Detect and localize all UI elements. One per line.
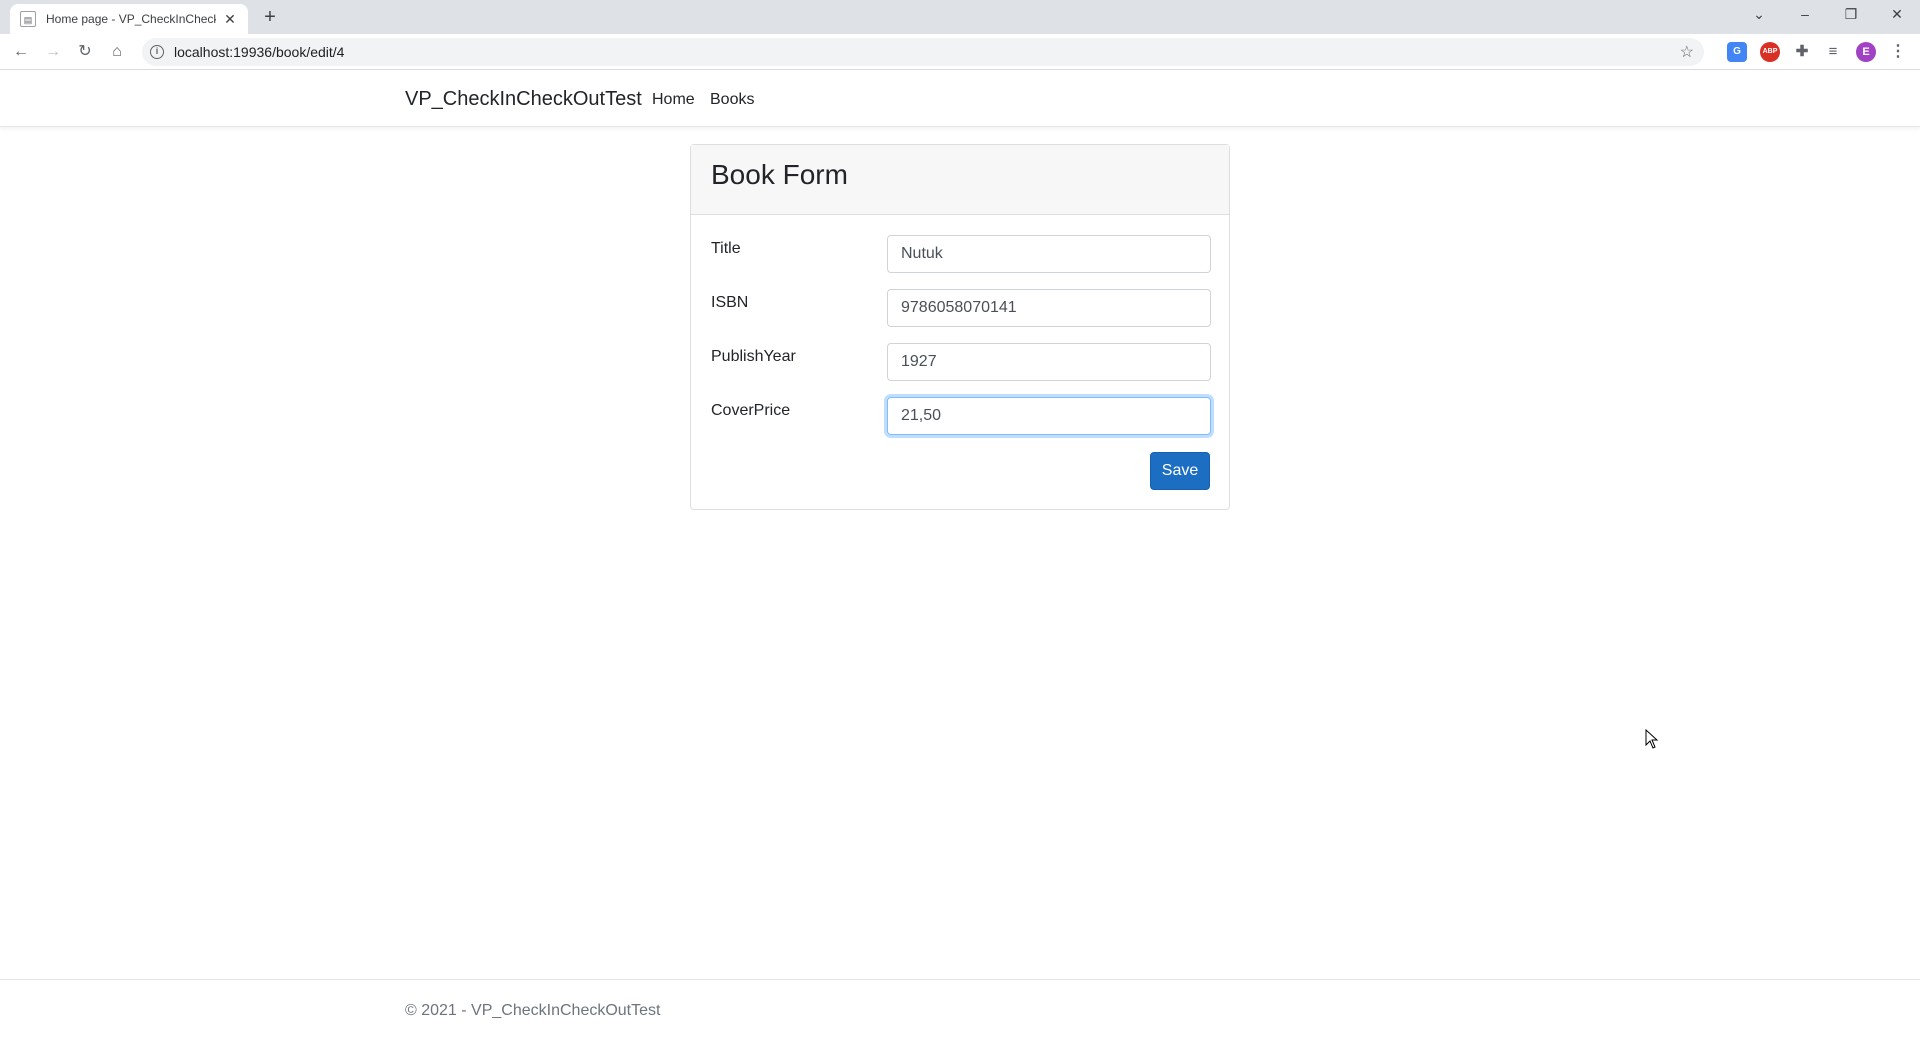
nav-link-books[interactable]: Books: [710, 91, 754, 109]
form-row-isbn: ISBN: [711, 289, 1211, 329]
book-form-card: Book Form Title ISBN PublishYear CoverPr…: [690, 144, 1230, 510]
isbn-input[interactable]: [887, 289, 1211, 327]
nav-link-home[interactable]: Home: [652, 91, 695, 109]
cover-price-label: CoverPrice: [711, 402, 791, 419]
extensions-puzzle-icon[interactable]: ✚: [1792, 42, 1812, 62]
site-navbar: VP_CheckInCheckOutTest Home Books: [0, 71, 1920, 127]
minimize-button[interactable]: –: [1782, 0, 1828, 30]
address-bar[interactable]: i localhost:19936/book/edit/4 ☆: [142, 38, 1704, 66]
forward-arrow-icon[interactable]: →: [41, 40, 65, 64]
form-row-cover-price: CoverPrice: [711, 397, 1211, 437]
reload-icon[interactable]: ↻: [73, 40, 97, 64]
adblock-extension-icon[interactable]: ABP: [1760, 42, 1780, 62]
tab-search-chevron-icon[interactable]: ⌄: [1736, 0, 1782, 30]
form-row-publish-year: PublishYear: [711, 343, 1211, 383]
reading-list-icon[interactable]: ≡: [1823, 42, 1843, 62]
mouse-cursor-icon: [1645, 729, 1659, 749]
browser-menu-icon[interactable]: ⋮: [1888, 42, 1908, 62]
publish-year-input[interactable]: [887, 343, 1211, 381]
site-info-icon[interactable]: i: [150, 45, 164, 59]
bookmark-star-icon[interactable]: ☆: [1680, 42, 1694, 62]
card-header: Book Form: [691, 145, 1229, 215]
site-footer: © 2021 - VP_CheckInCheckOutTest: [0, 979, 1920, 1039]
profile-avatar[interactable]: E: [1856, 42, 1876, 62]
browser-tab-active[interactable]: ▤ Home page - VP_CheckInCheckO ✕: [10, 4, 248, 34]
restore-button[interactable]: ❐: [1828, 0, 1874, 30]
browser-toolbar: ← → ↻ ⌂ i localhost:19936/book/edit/4 ☆ …: [0, 34, 1920, 70]
tab-close-icon[interactable]: ✕: [222, 11, 238, 27]
isbn-label: ISBN: [711, 294, 749, 311]
form-row-title: Title: [711, 235, 1211, 275]
title-input[interactable]: [887, 235, 1211, 273]
home-icon[interactable]: ⌂: [105, 40, 129, 64]
address-url[interactable]: localhost:19936/book/edit/4: [174, 44, 344, 60]
footer-copyright: © 2021 - VP_CheckInCheckOutTest: [405, 1002, 661, 1019]
title-label: Title: [711, 240, 741, 257]
translate-extension-icon[interactable]: G: [1727, 42, 1747, 62]
page-icon: ▤: [20, 11, 36, 27]
new-tab-button[interactable]: +: [258, 6, 282, 30]
form-heading: Book Form: [711, 159, 848, 190]
close-window-button[interactable]: ✕: [1874, 0, 1920, 30]
cover-price-input[interactable]: [887, 397, 1211, 435]
save-button[interactable]: Save: [1150, 452, 1210, 490]
page-content: VP_CheckInCheckOutTest Home Books Book F…: [0, 71, 1920, 1039]
back-arrow-icon[interactable]: ←: [9, 40, 33, 64]
brand-link[interactable]: VP_CheckInCheckOutTest: [405, 88, 642, 111]
publish-year-label: PublishYear: [711, 348, 796, 365]
browser-tabstrip: ▤ Home page - VP_CheckInCheckO ✕ + ⌄ – ❐…: [0, 0, 1920, 34]
tab-title: Home page - VP_CheckInCheckO: [46, 12, 216, 26]
